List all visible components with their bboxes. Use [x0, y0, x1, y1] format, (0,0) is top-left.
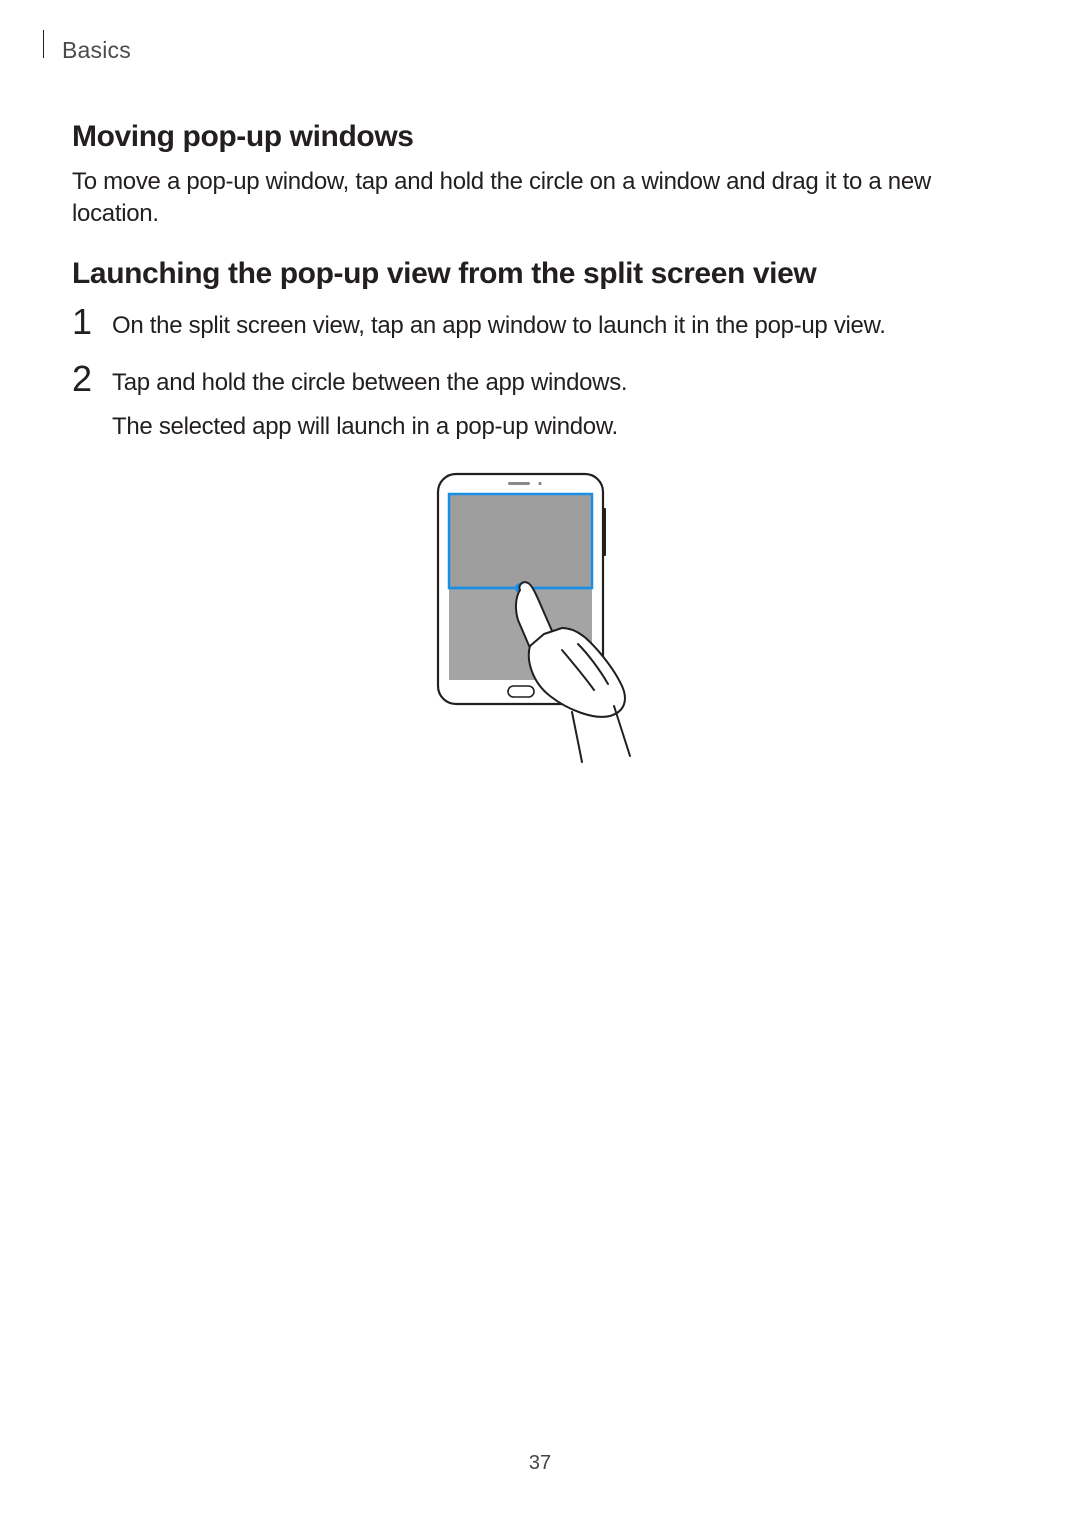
breadcrumb-divider: [43, 30, 44, 58]
illustration-container: [72, 468, 1012, 788]
step-2-text-1: Tap and hold the circle between the app …: [112, 366, 1012, 400]
section-title-moving: Moving pop-up windows: [72, 120, 1012, 154]
steps-list: On the split screen view, tap an app win…: [72, 309, 1012, 444]
section-title-launching: Launching the pop-up view from the split…: [72, 257, 1012, 291]
step-1: On the split screen view, tap an app win…: [72, 309, 1012, 343]
breadcrumb-label: Basics: [62, 37, 131, 64]
breadcrumb: Basics: [43, 35, 131, 65]
page-content: Moving pop-up windows To move a pop-up w…: [72, 100, 1012, 788]
page-number: 37: [0, 1452, 1080, 1475]
step-2: Tap and hold the circle between the app …: [72, 366, 1012, 443]
step-1-text: On the split screen view, tap an app win…: [112, 309, 1012, 343]
section-body-moving: To move a pop-up window, tap and hold th…: [72, 166, 1012, 231]
step-2-text-2: The selected app will launch in a pop-up…: [112, 410, 1012, 444]
tablet-split-screen-icon: [432, 468, 652, 788]
